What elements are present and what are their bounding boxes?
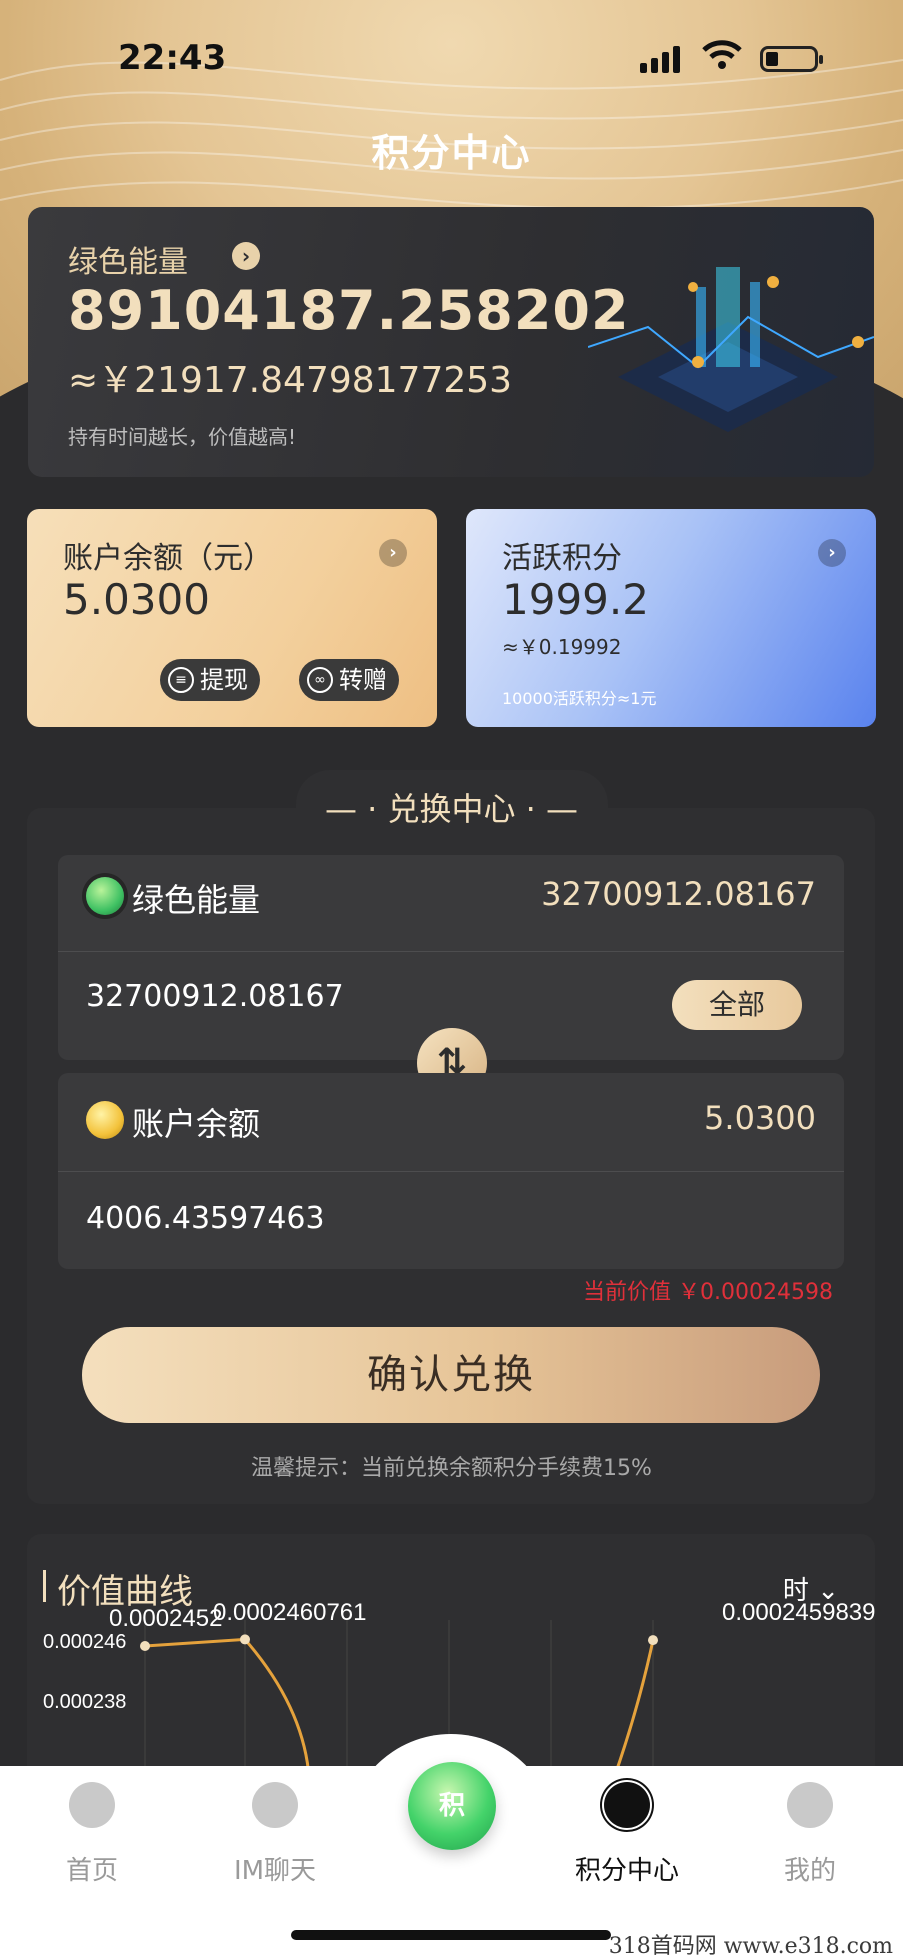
cellular-signal-icon — [640, 46, 684, 73]
exchange-from-input[interactable]: 32700912.08167 — [86, 979, 344, 1014]
exchange-title-text: 兑换中心 — [387, 790, 516, 828]
chevron-right-icon[interactable]: › — [818, 539, 846, 567]
exchange-to-box: 账户余额 5.0300 4006.43597463 — [58, 1073, 844, 1269]
y-tick-label: 0.000246 — [43, 1631, 126, 1653]
exchange-to-input[interactable]: 4006.43597463 — [86, 1201, 325, 1236]
green-energy-value: 89104187.258202 — [68, 279, 630, 342]
active-points-value: 1999.2 — [502, 575, 649, 624]
page-title: 积分中心 — [371, 131, 532, 175]
account-balance-label: 账户余额（元） — [63, 541, 273, 576]
points-center-button[interactable]: 积 — [408, 1762, 496, 1850]
data-point — [648, 1635, 658, 1646]
tab-points-center[interactable]: 积分中心 — [567, 1782, 687, 1887]
wifi-icon — [702, 40, 742, 69]
green-energy-label: 绿色能量 — [68, 245, 188, 280]
chevron-right-icon[interactable]: › — [379, 539, 407, 567]
tab-im-chat[interactable]: IM聊天 — [215, 1782, 335, 1887]
gift-icon: ∞ — [307, 667, 333, 693]
data-point — [140, 1641, 150, 1651]
planet-icon — [69, 1782, 115, 1828]
active-points-cny: ≈￥0.19992 — [502, 635, 622, 659]
tab-im-chat-label: IM聊天 — [233, 1856, 317, 1886]
tab-home[interactable]: 首页 — [32, 1782, 152, 1887]
divider — [58, 951, 844, 952]
profile-icon — [787, 1782, 833, 1828]
transfer-button[interactable]: ∞ 转赠 — [299, 659, 399, 701]
tab-points-center-label: 积分中心 — [574, 1856, 679, 1886]
withdraw-label: 提现 — [200, 666, 248, 694]
data-label: 0.0002452 — [109, 1605, 222, 1632]
battery-icon — [760, 46, 823, 72]
home-indicator — [291, 1930, 611, 1940]
green-energy-card[interactable]: 绿色能量 › 89104187.258202 ≈￥21917.847981772… — [28, 207, 874, 477]
data-point — [240, 1634, 250, 1645]
chevron-right-icon[interactable]: › — [232, 242, 260, 270]
tab-mine-label: 我的 — [783, 1856, 836, 1886]
fee-tip: 温馨提示：当前兑换余额积分手续费15% — [251, 1456, 652, 1481]
account-balance-value: 5.0300 — [63, 575, 210, 624]
data-label: 0.0002459839 — [722, 1599, 875, 1626]
account-balance-card[interactable]: 账户余额（元） › 5.0300 ≡ 提现 ∞ 转赠 — [27, 509, 437, 727]
gold-coin-icon — [86, 1101, 124, 1139]
active-points-rate-tip: 10000活跃积分≈1元 — [502, 689, 657, 708]
exchange-to-balance: 5.0300 — [704, 1099, 816, 1137]
chip-illustration — [588, 267, 874, 432]
green-energy-cny: ≈￥21917.84798177253 — [68, 360, 513, 401]
green-energy-tip: 持有时间越长，价值越高! — [68, 425, 297, 449]
active-points-card[interactable]: 活跃积分 › 1999.2 ≈￥0.19992 10000活跃积分≈1元 — [466, 509, 876, 727]
divider — [58, 1171, 844, 1172]
exchange-from-label: 绿色能量 — [132, 881, 261, 919]
status-time: 22:43 — [118, 38, 227, 78]
watermark: 318首码网 www.e318.com — [608, 1934, 893, 1958]
tab-home-label: 首页 — [65, 1856, 118, 1886]
chat-icon — [252, 1782, 298, 1828]
y-tick-label: 0.000238 — [43, 1691, 126, 1713]
points-icon: 积 — [438, 1791, 465, 1821]
all-button[interactable]: 全部 — [672, 980, 802, 1030]
green-energy-coin-icon — [86, 877, 124, 915]
withdraw-button[interactable]: ≡ 提现 — [160, 659, 260, 701]
confirm-exchange-button[interactable]: 确认兑换 — [82, 1327, 820, 1423]
status-bar: 22:43 — [0, 34, 903, 84]
current-value-text: 当前价值 ￥0.00024598 — [583, 1280, 833, 1305]
transfer-label: 转赠 — [339, 666, 387, 694]
data-label: 0.0002460761 — [213, 1599, 367, 1626]
exchange-to-label: 账户余额 — [132, 1105, 261, 1143]
exchange-title: — · 兑换中心 · — — [324, 790, 579, 828]
withdraw-icon: ≡ — [168, 667, 194, 693]
tab-mine[interactable]: 我的 — [750, 1782, 870, 1887]
exchange-from-balance: 32700912.08167 — [541, 875, 816, 913]
active-points-label: 活跃积分 — [502, 541, 622, 576]
points-icon — [604, 1782, 650, 1828]
